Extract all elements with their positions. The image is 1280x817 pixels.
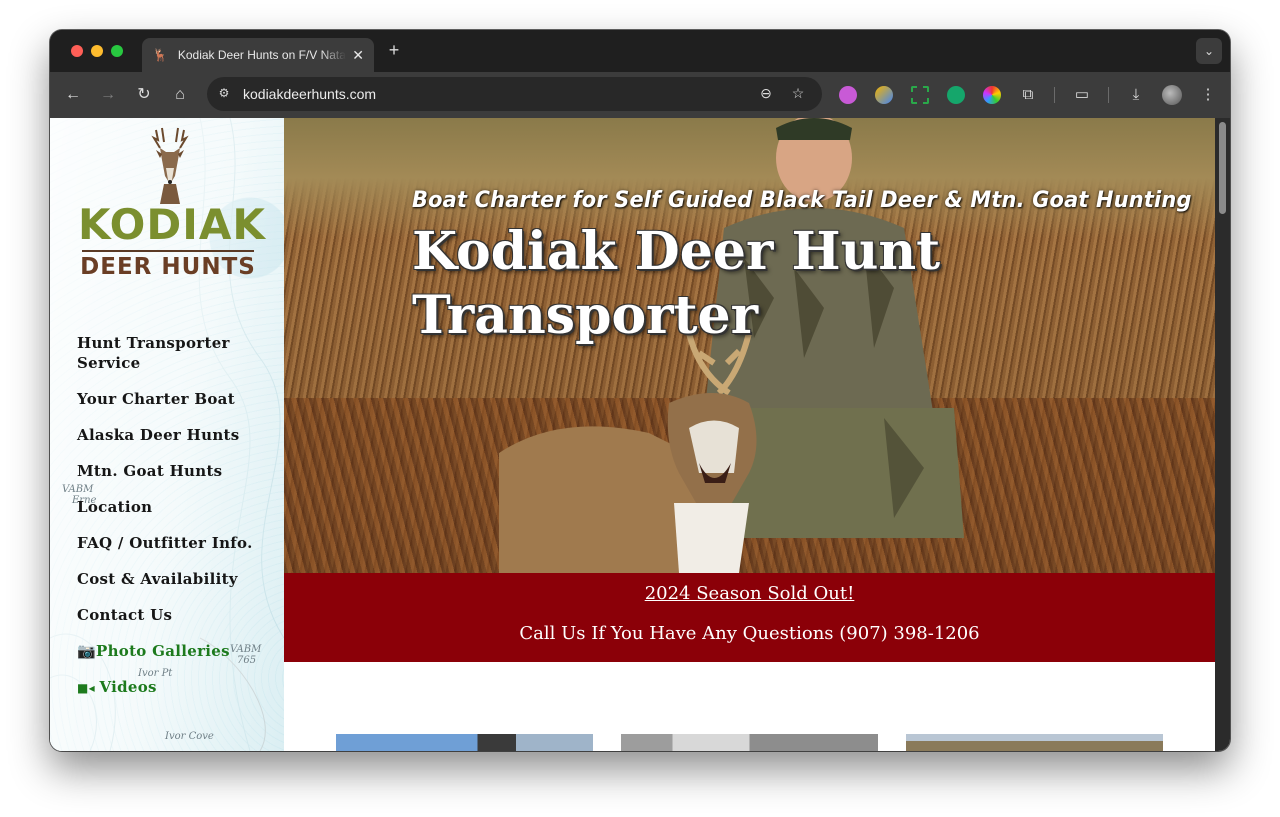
- screenshot-extension-icon[interactable]: [911, 86, 929, 104]
- camera-icon: 📷: [77, 642, 96, 660]
- reload-icon[interactable]: ↻: [133, 84, 155, 106]
- active-tab[interactable]: 🦌 Kodiak Deer Hunts on F/V Natalia ✕: [142, 38, 374, 72]
- deer-head-logo-icon: [151, 127, 189, 204]
- hero-title: Kodiak Deer Hunt Transporter: [412, 221, 941, 346]
- site-info-icon[interactable]: ⚙: [216, 86, 232, 102]
- logo-wordmark: KODIAK: [78, 200, 266, 249]
- logo-subtitle: DEER HUNTS: [80, 254, 256, 280]
- browser-toolbar: ← → ↻ ⌂ ⚙ kodiakdeerhunts.com ⊖ ☆ ⧉ ▭ ⤓ …: [50, 72, 1230, 118]
- sidebar: VABM Erne VABM 765 Ivor Pt Ivor Cove KOD…: [50, 118, 284, 751]
- nav-item-videos[interactable]: ■◂ Videos: [77, 677, 277, 698]
- toolbar-separator: [1108, 87, 1109, 103]
- nav-item-location[interactable]: Location: [77, 497, 277, 517]
- gallery-thumbnail[interactable]: [906, 734, 1163, 751]
- call-us-text: Call Us If You Have Any Questions (907) …: [519, 623, 980, 644]
- page-viewport: VABM Erne VABM 765 Ivor Pt Ivor Cove KOD…: [50, 118, 1230, 751]
- gallery-thumbnail[interactable]: [621, 734, 878, 751]
- downloads-icon[interactable]: ⤓: [1126, 85, 1146, 105]
- nav-item-mtn-goat-hunts[interactable]: Mtn. Goat Hunts: [77, 461, 277, 481]
- main-nav: Hunt Transporter Service Your Charter Bo…: [77, 333, 277, 714]
- zoom-icon[interactable]: ⊖: [757, 85, 775, 103]
- maximize-window-button[interactable]: [111, 45, 123, 57]
- back-icon[interactable]: ←: [62, 84, 84, 106]
- season-sold-out-link[interactable]: 2024 Season Sold Out!: [284, 583, 1215, 604]
- deer-figure: [499, 333, 757, 573]
- nav-item-hunt-transporter-service[interactable]: Hunt Transporter Service: [77, 333, 277, 373]
- home-icon[interactable]: ⌂: [169, 84, 191, 106]
- tab-strip: 🦌 Kodiak Deer Hunts on F/V Natalia ✕ + ⌄: [50, 30, 1230, 72]
- color-picker-extension-icon[interactable]: [983, 86, 1001, 104]
- scrollbar-thumb[interactable]: [1219, 122, 1226, 214]
- power-extension-icon[interactable]: [839, 86, 857, 104]
- hero-image: Boat Charter for Self Guided Black Tail …: [284, 118, 1215, 573]
- kodiak-deer-hunts-logo[interactable]: KODIAK DEER HUNTS: [78, 126, 266, 281]
- nav-item-label: Photo Galleries: [95, 642, 230, 660]
- logo-divider: [82, 250, 254, 252]
- close-window-button[interactable]: [71, 45, 83, 57]
- bookmark-star-icon[interactable]: ☆: [789, 85, 807, 103]
- toolbar-separator: [1054, 87, 1055, 103]
- compass-extension-icon[interactable]: [875, 86, 893, 104]
- map-label: Ivor Cove: [165, 731, 214, 742]
- minimize-window-button[interactable]: [91, 45, 103, 57]
- hero-tagline: Boat Charter for Self Guided Black Tail …: [412, 188, 1192, 213]
- nav-item-contact-us[interactable]: Contact Us: [77, 605, 277, 625]
- url-text[interactable]: kodiakdeerhunts.com: [243, 86, 376, 102]
- nav-item-cost-availability[interactable]: Cost & Availability: [77, 569, 277, 589]
- deer-favicon-icon: 🦌: [152, 48, 168, 62]
- forward-icon[interactable]: →: [97, 84, 119, 106]
- nav-item-photo-galleries[interactable]: 📷Photo Galleries: [77, 641, 277, 661]
- tab-title: Kodiak Deer Hunts on F/V Natalia: [177, 48, 347, 62]
- page-scrollbar[interactable]: [1215, 118, 1230, 751]
- close-tab-icon[interactable]: ✕: [352, 47, 364, 64]
- nav-item-label: Videos: [99, 678, 157, 696]
- announcement-banner: 2024 Season Sold Out! Call Us If You Hav…: [284, 573, 1215, 662]
- nav-item-your-charter-boat[interactable]: Your Charter Boat: [77, 389, 277, 409]
- nav-item-faq-outfitter-info[interactable]: FAQ / Outfitter Info.: [77, 533, 277, 553]
- video-camera-icon: ■◂: [77, 681, 100, 695]
- address-bar[interactable]: ⚙ kodiakdeerhunts.com ⊖ ☆: [207, 77, 822, 111]
- nav-item-alaska-deer-hunts[interactable]: Alaska Deer Hunts: [77, 425, 277, 445]
- extensions-icon[interactable]: ⧉: [1018, 85, 1038, 105]
- grammarly-extension-icon[interactable]: [947, 86, 965, 104]
- menu-icon[interactable]: ⋮: [1198, 85, 1218, 105]
- browser-window: 🦌 Kodiak Deer Hunts on F/V Natalia ✕ + ⌄…: [50, 30, 1230, 751]
- tab-search-icon[interactable]: ⌄: [1196, 38, 1222, 64]
- gallery-thumbnail[interactable]: [336, 734, 593, 751]
- cast-icon[interactable]: ▭: [1072, 85, 1092, 105]
- new-tab-icon[interactable]: +: [384, 40, 404, 60]
- profile-avatar[interactable]: [1162, 85, 1182, 105]
